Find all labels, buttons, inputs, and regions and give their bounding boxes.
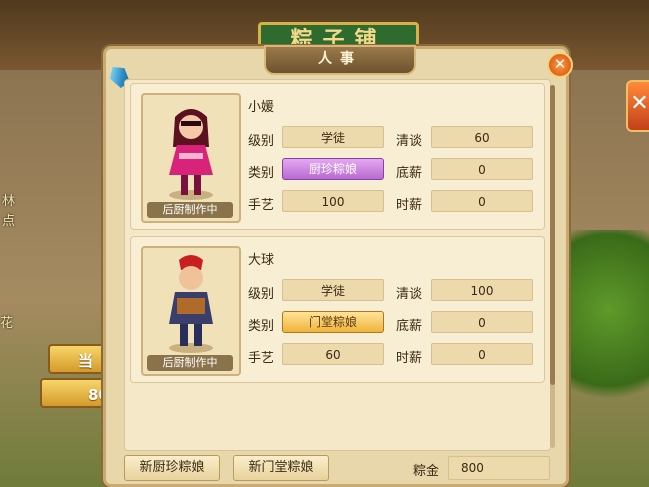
salary-value: 0 — [431, 311, 533, 333]
hourly-value: 0 — [431, 343, 533, 365]
hourly-label: 时薪 — [396, 351, 423, 366]
staff-portrait: 后厨制作中 — [141, 93, 241, 223]
staff-name: 大球 — [248, 253, 275, 268]
bg-value-button: 80 — [40, 378, 109, 408]
talk-value: 60 — [431, 126, 533, 148]
type-tag: 厨珍粽娘 — [282, 158, 384, 180]
new-hall-button[interactable]: 新门堂粽娘 — [233, 455, 329, 481]
type-tag: 门堂粽娘 — [282, 311, 384, 333]
talk-label: 清谈 — [396, 287, 423, 302]
fee-value: 800 — [448, 456, 550, 480]
staff-name: 小媛 — [248, 100, 275, 115]
new-chef-button[interactable]: 新厨珍粽娘 — [124, 455, 220, 481]
bg-text-1: 林 — [2, 194, 16, 209]
staff-portrait: 后厨制作中 — [141, 246, 241, 376]
staff-list[interactable]: 后厨制作中 小媛 级别 学徒 清谈 60 类别 厨珍粽娘 底薪 0 手艺 100… — [124, 79, 551, 451]
bg-close-icon: ✕ — [626, 80, 649, 132]
type-label: 类别 — [248, 166, 275, 181]
level-value: 学徒 — [282, 126, 384, 148]
level-label: 级别 — [248, 287, 275, 302]
type-label: 类别 — [248, 319, 275, 334]
dialog-title: 人事 — [264, 45, 416, 75]
talk-label: 清谈 — [396, 134, 423, 149]
skill-value: 100 — [282, 190, 384, 212]
skill-label: 手艺 — [248, 351, 275, 366]
hourly-value: 0 — [431, 190, 533, 212]
salary-label: 底薪 — [396, 166, 423, 181]
level-value: 学徒 — [282, 279, 384, 301]
salary-value: 0 — [431, 158, 533, 180]
hourly-label: 时薪 — [396, 198, 423, 213]
fee-label: 粽金 — [413, 464, 440, 479]
bg-text-3: 花 — [0, 316, 14, 331]
scrollbar[interactable] — [550, 85, 555, 448]
salary-label: 底薪 — [396, 319, 423, 334]
background-plant — [569, 230, 649, 430]
scrollbar-thumb[interactable] — [550, 85, 555, 385]
status-label: 后厨制作中 — [147, 202, 233, 218]
skill-value: 60 — [282, 343, 384, 365]
close-button[interactable]: ✕ — [547, 52, 573, 78]
staff-dialog: 人事 ✕ 后厨制作中 小媛 级别 学徒 清谈 60 类别 厨珍粽娘 底薪 0 手… — [103, 45, 573, 487]
bg-text-2: 点 — [2, 214, 16, 229]
level-label: 级别 — [248, 134, 275, 149]
bg-current-button: 当前 — [48, 344, 108, 400]
status-label: 后厨制作中 — [147, 355, 233, 371]
talk-value: 100 — [431, 279, 533, 301]
skill-label: 手艺 — [248, 198, 275, 213]
staff-card[interactable]: 后厨制作中 小媛 级别 学徒 清谈 60 类别 厨珍粽娘 底薪 0 手艺 100… — [130, 83, 545, 230]
staff-card[interactable]: 后厨制作中 大球 级别 学徒 清谈 100 类别 门堂粽娘 底薪 0 手艺 60… — [130, 236, 545, 383]
